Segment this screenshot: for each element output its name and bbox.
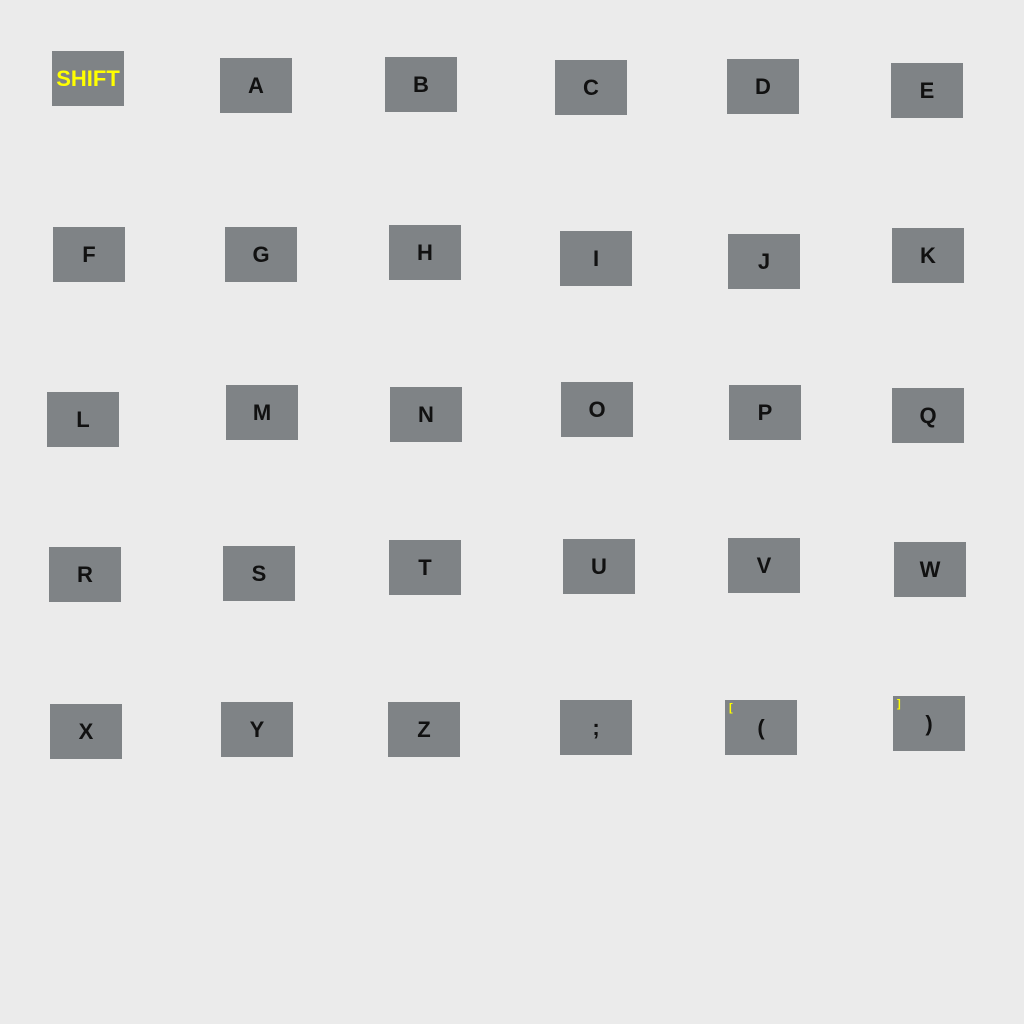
key-w-label: W [919, 556, 941, 582]
key-r-label: R [77, 561, 93, 587]
key-y-label: Y [249, 716, 265, 742]
key-left-paren-label: ( [757, 714, 765, 740]
key-right-paren-alt-label: ] [897, 698, 901, 710]
key-e[interactable]: E [891, 63, 963, 118]
key-g-label: G [252, 241, 270, 267]
key-z-label: Z [417, 716, 431, 742]
key-a[interactable]: A [220, 58, 292, 113]
key-o-label: O [588, 396, 606, 422]
key-v[interactable]: V [728, 538, 800, 593]
key-d-label: D [755, 73, 771, 99]
key-n[interactable]: N [390, 387, 462, 442]
key-k[interactable]: K [892, 228, 964, 283]
key-l-label: L [76, 406, 90, 432]
key-x-label: X [78, 718, 94, 744]
shift-key-label: SHIFT [56, 65, 120, 91]
key-v-label: V [756, 552, 772, 578]
key-o[interactable]: O [561, 382, 633, 437]
key-a-label: A [248, 72, 264, 98]
key-k-label: K [920, 242, 936, 268]
key-s-label: S [251, 560, 267, 586]
key-m-label: M [252, 399, 272, 425]
key-j-label: J [757, 248, 771, 274]
key-j[interactable]: J [728, 234, 800, 289]
key-h-label: H [417, 239, 433, 265]
key-semicolon[interactable]: ; [560, 700, 632, 755]
key-b-label: B [413, 71, 429, 97]
key-right-paren[interactable]: ] ) [893, 696, 965, 751]
key-p-label: P [757, 399, 773, 425]
key-g[interactable]: G [225, 227, 297, 282]
key-t[interactable]: T [389, 540, 461, 595]
key-s[interactable]: S [223, 546, 295, 601]
key-semicolon-label: ; [592, 714, 600, 740]
key-n-label: N [418, 401, 434, 427]
key-p[interactable]: P [729, 385, 801, 440]
on-screen-keyboard: SHIFT A B C D E F G H I J K L M N O P Q … [0, 0, 1024, 1024]
key-i[interactable]: I [560, 231, 632, 286]
key-y[interactable]: Y [221, 702, 293, 757]
key-z[interactable]: Z [388, 702, 460, 757]
key-b[interactable]: B [385, 57, 457, 112]
key-t-label: T [418, 554, 432, 580]
key-q[interactable]: Q [892, 388, 964, 443]
key-u[interactable]: U [563, 539, 635, 594]
key-right-paren-label: ) [925, 710, 933, 736]
key-d[interactable]: D [727, 59, 799, 114]
key-h[interactable]: H [389, 225, 461, 280]
key-c[interactable]: C [555, 60, 627, 115]
key-l[interactable]: L [47, 392, 119, 447]
key-u-label: U [591, 553, 607, 579]
key-left-paren[interactable]: [ ( [725, 700, 797, 755]
key-x[interactable]: X [50, 704, 122, 759]
shift-key[interactable]: SHIFT [52, 51, 124, 106]
key-f-label: F [82, 241, 96, 267]
key-c-label: C [583, 74, 599, 100]
key-w[interactable]: W [894, 542, 966, 597]
key-e-label: E [919, 77, 935, 103]
key-r[interactable]: R [49, 547, 121, 602]
key-i-label: I [592, 245, 600, 271]
key-q-label: Q [919, 402, 937, 428]
key-m[interactable]: M [226, 385, 298, 440]
key-f[interactable]: F [53, 227, 125, 282]
key-left-paren-alt-label: [ [729, 702, 733, 714]
